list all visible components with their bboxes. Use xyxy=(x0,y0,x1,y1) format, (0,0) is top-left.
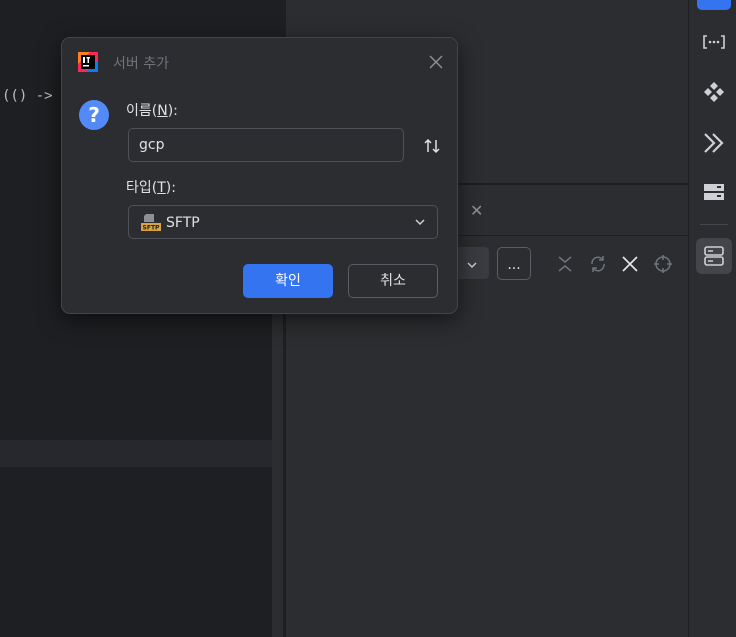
type-select[interactable]: SFTP SFTP xyxy=(128,205,438,239)
add-server-dialog: 서버 추가 ? 이름(N): 타입(T): SFTP SFTP 확인 취소 xyxy=(61,37,458,314)
stripe-separator xyxy=(700,224,728,225)
swap-arrows-icon[interactable] xyxy=(422,136,442,156)
name-input[interactable] xyxy=(128,128,404,162)
name-label: 이름(N): xyxy=(126,103,178,119)
cancel-button[interactable]: 취소 xyxy=(348,264,438,298)
browse-button[interactable]: ... xyxy=(497,247,531,280)
bracket-icon[interactable] xyxy=(700,28,728,56)
collapse-icon[interactable] xyxy=(554,253,576,275)
refresh-icon[interactable] xyxy=(587,253,609,275)
close-icon[interactable] xyxy=(619,253,641,275)
editor-current-line xyxy=(0,440,283,467)
structure-icon[interactable] xyxy=(697,0,731,10)
svg-text:SFTP: SFTP xyxy=(143,225,161,232)
dialog-title: 서버 추가 xyxy=(113,56,169,72)
type-label: 타입(T): xyxy=(126,180,176,196)
remote-hosts-icon[interactable] xyxy=(700,242,728,270)
chevron-down-icon xyxy=(415,219,425,226)
run-icon[interactable] xyxy=(700,129,728,157)
database-icon[interactable] xyxy=(700,178,728,206)
code-fragment: (() -> xyxy=(2,88,53,104)
dialog-header[interactable]: 서버 추가 xyxy=(62,38,457,86)
question-icon: ? xyxy=(79,100,109,130)
type-value: SFTP xyxy=(166,215,200,231)
editor-scrollbar[interactable] xyxy=(272,300,283,637)
intellij-logo-icon xyxy=(78,52,98,72)
tab-close-icon[interactable]: ✕ xyxy=(470,201,483,220)
crosshair-icon[interactable] xyxy=(652,253,674,275)
ok-button[interactable]: 확인 xyxy=(243,264,333,298)
plugins-icon[interactable] xyxy=(700,79,728,107)
sftp-icon: SFTP xyxy=(141,214,161,232)
close-icon[interactable] xyxy=(426,52,446,72)
chevron-down-icon xyxy=(467,262,477,268)
